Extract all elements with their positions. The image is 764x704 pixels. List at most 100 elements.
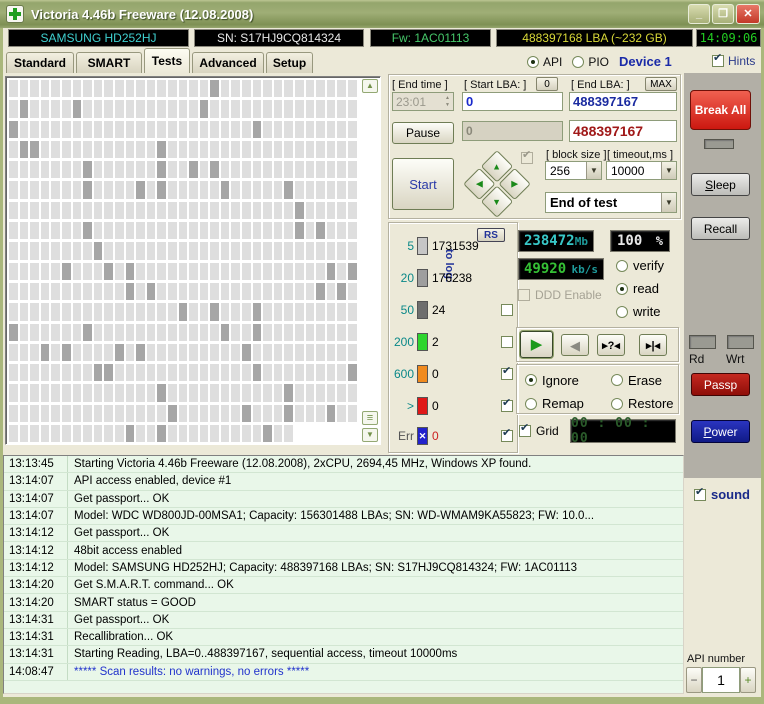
grid-cell	[210, 343, 219, 362]
block-size-select[interactable]: 256 ▼	[545, 161, 602, 180]
chevron-down-icon[interactable]: ▼	[661, 162, 676, 179]
erase-radio[interactable]	[611, 374, 623, 387]
tab-setup[interactable]: Setup	[266, 52, 313, 73]
write-radio[interactable]	[616, 305, 628, 318]
jump-question-button[interactable]: ▸?◂	[597, 334, 625, 356]
grid-cell	[125, 282, 135, 301]
end-time-input[interactable]: 23:01 ▲ ▼	[392, 92, 454, 111]
chevron-down-icon[interactable]: ▼	[661, 193, 676, 212]
counter-log-checkbox[interactable]: ✔	[501, 336, 513, 348]
api-number-value[interactable]: 1	[702, 667, 740, 693]
grid-cell	[220, 80, 230, 98]
verify-radio[interactable]	[616, 259, 628, 272]
grid-cell	[295, 364, 304, 382]
grid-cell	[284, 364, 294, 382]
counter-log-checkbox[interactable]: ✔	[501, 366, 513, 380]
grid-scroll-up-button[interactable]: ▲	[362, 79, 378, 93]
event-log[interactable]: 13:13:45 Starting Victoria 4.46b Freeware…	[3, 455, 684, 694]
log-row: 13:14:31 Starting Reading, LBA=0..4883971…	[4, 646, 683, 664]
ddd-enable-checkbox[interactable]: ✔	[518, 289, 530, 301]
start-lba-zero-button[interactable]: 0	[536, 77, 558, 91]
timeout-select[interactable]: 10000 ▼	[606, 161, 677, 180]
grid-cell	[295, 201, 304, 220]
end-time-spinner[interactable]: ▲ ▼	[445, 95, 450, 109]
grid-cell	[136, 384, 145, 402]
log-message: Model: WDC WD800JD-00MSA1; Capacity: 156…	[74, 510, 595, 523]
grid-cell	[284, 262, 294, 280]
grid-cell	[125, 323, 135, 341]
grid-cell	[136, 303, 145, 321]
break-all-button[interactable]: Break All	[690, 90, 751, 130]
end-lba-max-button[interactable]: MAX	[645, 77, 677, 91]
grid-cell	[9, 384, 18, 402]
back-button[interactable]: ◀	[561, 334, 589, 356]
grid-cell	[189, 303, 198, 321]
maximize-button[interactable]: ❐	[712, 4, 734, 24]
ignore-radio[interactable]	[525, 374, 537, 387]
tab-advanced[interactable]: Advanced	[192, 52, 264, 73]
jump-end-button[interactable]: ▸|◂	[639, 334, 667, 356]
grid-cell	[242, 323, 251, 341]
hints-checkbox[interactable]: ✔	[712, 53, 724, 67]
grid-cell	[242, 80, 251, 98]
minimize-button[interactable]: _	[688, 4, 710, 24]
grid-cell	[93, 222, 103, 240]
grid-scroll-down-button[interactable]: ▼	[362, 428, 378, 442]
grid-cell	[231, 425, 241, 443]
log-message: Get passport... OK	[74, 492, 170, 505]
end-lba-input[interactable]: 488397167	[569, 92, 677, 111]
grid-cell	[252, 404, 262, 423]
log-time: 13:14:07	[4, 507, 68, 525]
grid-cell	[125, 303, 135, 321]
sound-checkbox[interactable]: ✔	[694, 486, 706, 501]
grid-cell	[178, 100, 188, 118]
grid-cell	[284, 100, 294, 118]
tab-tests[interactable]: Tests	[144, 48, 190, 73]
pio-radio[interactable]	[572, 55, 585, 68]
grid-cell	[125, 404, 135, 423]
counter-log-checkbox[interactable]: ✔	[501, 428, 513, 442]
sleep-button[interactable]: Sleep	[691, 173, 750, 196]
grid-cell	[125, 100, 135, 118]
grid-cell	[30, 404, 39, 423]
counter-log-checkbox[interactable]: ✔	[501, 398, 513, 412]
grid-cell	[30, 181, 39, 199]
window-frame-bottom	[0, 697, 764, 704]
grid-cell	[305, 80, 315, 98]
restore-radio[interactable]	[611, 397, 623, 410]
tab-standard[interactable]: Standard	[6, 52, 74, 73]
grid-cell	[348, 282, 357, 301]
grid-cell	[199, 425, 209, 443]
grid-cell	[114, 343, 124, 362]
seek-pad-checkbox[interactable]: ✔	[521, 149, 533, 164]
grid-cell	[189, 343, 198, 362]
play-button[interactable]: ▶	[520, 331, 553, 358]
api-number-plus-button[interactable]: +	[740, 667, 756, 693]
start-button[interactable]: Start	[392, 158, 454, 210]
grid-cell	[178, 222, 188, 240]
pause-button[interactable]: Pause	[392, 122, 454, 144]
start-lba-input[interactable]: 0	[462, 92, 563, 111]
grid-checkbox[interactable]: ✔	[519, 423, 531, 437]
grid-cell-empty	[295, 425, 304, 443]
title-bar[interactable]: Victoria 4.46b Freeware (12.08.2008) _ ❐…	[0, 0, 764, 28]
remap-radio[interactable]	[525, 397, 537, 410]
read-radio[interactable]	[616, 282, 628, 295]
grid-cell	[242, 364, 251, 382]
recall-button[interactable]: Recall	[691, 217, 750, 240]
tab-smart[interactable]: SMART	[76, 52, 142, 73]
passport-button[interactable]: Passp	[691, 373, 750, 396]
grid-cell	[316, 201, 325, 220]
after-test-select[interactable]: End of test ▼	[545, 192, 677, 213]
grid-legend-button[interactable]: ≡	[362, 411, 378, 425]
chevron-down-icon[interactable]: ▼	[586, 162, 601, 179]
grid-cell	[30, 140, 39, 159]
grid-cell	[114, 181, 124, 199]
api-number-minus-button[interactable]: −	[686, 667, 702, 693]
api-radio[interactable]	[527, 55, 539, 68]
grid-cell	[252, 201, 262, 220]
grid-cell	[348, 404, 357, 423]
counter-log-checkbox[interactable]: ✔	[501, 304, 513, 316]
power-button[interactable]: Power	[691, 420, 750, 443]
close-button[interactable]: ✕	[736, 4, 760, 24]
